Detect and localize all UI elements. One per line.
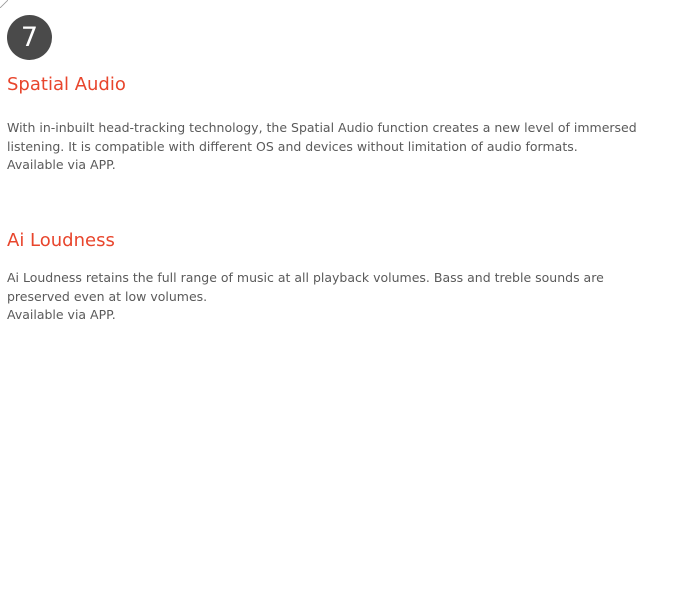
- corner-mark: [0, 0, 8, 8]
- spatial-audio-description-text: With in-inbuilt head-tracking technology…: [7, 120, 637, 154]
- ai-loudness-section: Ai Loudness Ai Loudness retains the full…: [7, 229, 657, 325]
- ai-loudness-description-text: Ai Loudness retains the full range of mu…: [7, 270, 604, 304]
- ai-loudness-availability: Available via APP.: [7, 307, 116, 323]
- step-number-badge: 7: [7, 15, 52, 60]
- ai-loudness-title: Ai Loudness: [7, 230, 115, 251]
- spatial-audio-title: Spatial Audio: [7, 74, 126, 95]
- spatial-audio-description: With in-inbuilt head-tracking technology…: [7, 119, 657, 175]
- spatial-audio-availability: Available via APP.: [7, 157, 116, 173]
- spatial-audio-section: Spatial Audio With in-inbuilt head-track…: [7, 73, 657, 175]
- ai-loudness-description: Ai Loudness retains the full range of mu…: [7, 269, 657, 325]
